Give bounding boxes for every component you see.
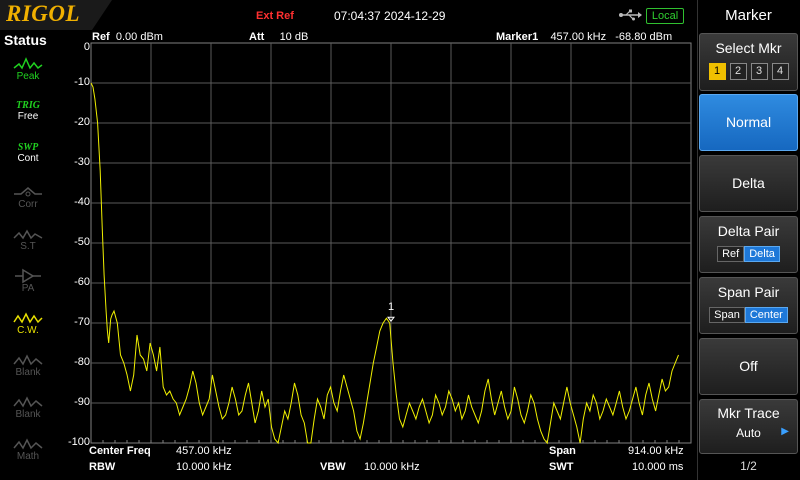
submenu-arrow-icon: ▶	[781, 426, 789, 437]
span-pair-toggle: Span Center	[700, 305, 797, 323]
y-tick-label: -40	[74, 196, 90, 208]
y-tick-label: 0	[83, 41, 90, 53]
span-pair-button[interactable]: Span Pair Span Center	[699, 277, 798, 334]
center-freq-value: 457.00 kHz	[176, 445, 232, 457]
y-tick-label: -60	[74, 276, 90, 288]
vbw-label: VBW	[320, 461, 346, 473]
swt-label: SWT	[549, 461, 574, 473]
marker-1-label: 1	[388, 301, 394, 313]
vbw-value: 10.000 kHz	[364, 461, 420, 473]
rbw-value: 10.000 kHz	[176, 461, 232, 473]
span-label: Span	[549, 445, 576, 457]
delta-pair-ref[interactable]: Ref	[717, 246, 745, 262]
span-value: 914.00 kHz	[628, 445, 684, 457]
menu-title: Marker	[725, 7, 772, 24]
normal-button[interactable]: Normal	[699, 94, 798, 151]
marker-selector: 1234	[700, 61, 797, 80]
mkr-trace-button[interactable]: Mkr Trace Auto ▶	[699, 399, 798, 454]
delta-pair-toggle: Ref Delta	[700, 244, 797, 262]
span-pair-center[interactable]: Center	[744, 307, 788, 323]
y-tick-label: -20	[74, 116, 90, 128]
delta-pair-delta[interactable]: Delta	[744, 246, 780, 262]
spectrum-graph[interactable]: 1	[0, 0, 800, 480]
span-pair-label: Span Pair	[717, 284, 780, 300]
y-tick-label: -10	[74, 76, 90, 88]
delta-pair-label: Delta Pair	[717, 223, 780, 239]
mkr-trace-label: Mkr Trace	[717, 405, 780, 421]
delta-button[interactable]: Delta	[699, 155, 798, 212]
center-freq-label: Center Freq	[89, 445, 151, 457]
off-button[interactable]: Off	[699, 338, 798, 395]
mkr-trace-value: Auto	[736, 426, 761, 440]
marker-4-option[interactable]: 4	[771, 63, 789, 80]
mkr-trace-value-row: Auto ▶	[700, 426, 797, 440]
y-tick-label: -50	[74, 236, 90, 248]
y-tick-label: -100	[67, 436, 90, 448]
menu-page-indicator[interactable]: 1/2	[697, 459, 800, 473]
y-tick-label: -80	[74, 356, 90, 368]
select-marker-label: Select Mkr	[715, 40, 782, 56]
swt-value: 10.000 ms	[632, 461, 684, 473]
marker-1-option[interactable]: 1	[708, 63, 726, 80]
y-tick-label: -70	[74, 316, 90, 328]
select-marker-button[interactable]: Select Mkr 1234	[699, 33, 798, 91]
delta-pair-button[interactable]: Delta Pair Ref Delta	[699, 216, 798, 273]
span-pair-span[interactable]: Span	[709, 307, 745, 323]
graticule	[90, 42, 692, 444]
marker-3-option[interactable]: 3	[750, 63, 768, 80]
rbw-label: RBW	[89, 461, 116, 473]
y-tick-label: -30	[74, 156, 90, 168]
marker-2-option[interactable]: 2	[729, 63, 747, 80]
y-tick-label: -90	[74, 396, 90, 408]
